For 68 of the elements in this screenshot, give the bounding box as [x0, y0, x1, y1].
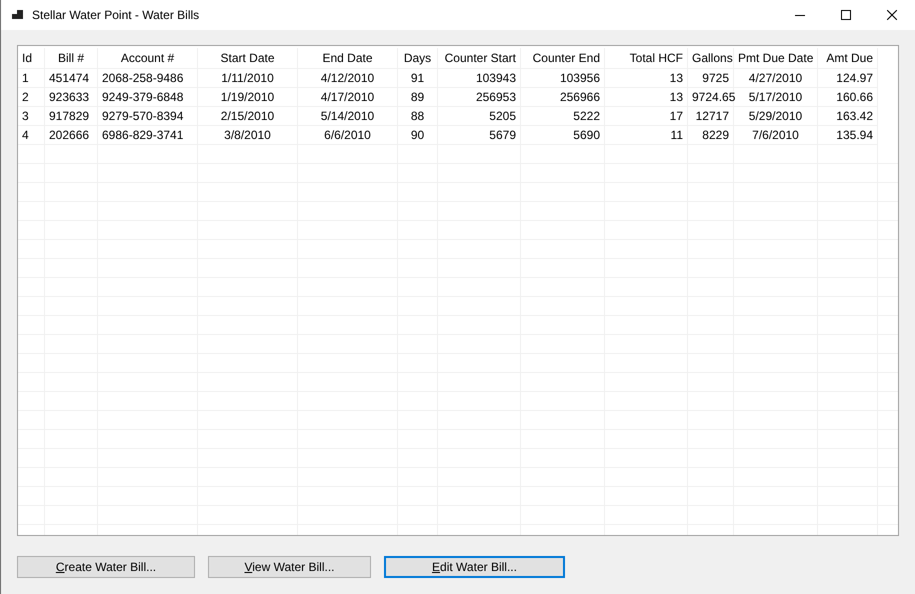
- table-cell: 202666: [45, 126, 98, 145]
- table-cell: 1: [18, 69, 45, 88]
- table-cell: 2: [18, 88, 45, 107]
- table-cell: 256966: [521, 88, 605, 107]
- table-cell: 90: [398, 126, 438, 145]
- table-cell: 163.42: [818, 107, 878, 126]
- table-cell: 5/14/2010: [298, 107, 398, 126]
- column-header[interactable]: Gallons: [688, 48, 734, 69]
- column-header[interactable]: Counter End: [521, 48, 605, 69]
- table-cell: 9249-379-6848: [98, 88, 198, 107]
- table-cell: 13: [605, 69, 688, 88]
- table-cell: 11: [605, 126, 688, 145]
- app-icon: [12, 9, 24, 21]
- table-cell: 17: [605, 107, 688, 126]
- table-cell: 12717: [688, 107, 734, 126]
- table-cell: 8229: [688, 126, 734, 145]
- column-header[interactable]: Start Date: [198, 48, 298, 69]
- table-cell: 6/6/2010: [298, 126, 398, 145]
- column-header[interactable]: End Date: [298, 48, 398, 69]
- table-cell: 923633: [45, 88, 98, 107]
- action-button[interactable]: Edit Water Bill...: [384, 556, 565, 578]
- table-cell: 5679: [438, 126, 521, 145]
- table-cell: 135.94: [818, 126, 878, 145]
- table-cell: 7/6/2010: [734, 126, 818, 145]
- column-header[interactable]: Days: [398, 48, 438, 69]
- maximize-icon: [841, 10, 851, 20]
- action-button[interactable]: View Water Bill...: [208, 556, 371, 578]
- table-cell: 9725: [688, 69, 734, 88]
- table-cell: 2/15/2010: [198, 107, 298, 126]
- table-cell: 13: [605, 88, 688, 107]
- window-title: Stellar Water Point - Water Bills: [32, 8, 200, 22]
- table-cell: 4/27/2010: [734, 69, 818, 88]
- table-cell: 103956: [521, 69, 605, 88]
- table-cell: 5/29/2010: [734, 107, 818, 126]
- action-button[interactable]: Create Water Bill...: [17, 556, 195, 578]
- column-header[interactable]: Id: [18, 48, 45, 69]
- column-header[interactable]: Counter Start: [438, 48, 521, 69]
- column-header[interactable]: Pmt Due Date: [734, 48, 818, 69]
- table-cell: 3/8/2010: [198, 126, 298, 145]
- table-cell: 5690: [521, 126, 605, 145]
- table-cell: 89: [398, 88, 438, 107]
- close-icon: [887, 10, 897, 20]
- table-cell: 103943: [438, 69, 521, 88]
- table-cell: 6986-829-3741: [98, 126, 198, 145]
- table-cell: 917829: [45, 107, 98, 126]
- table-cell: 256953: [438, 88, 521, 107]
- table-cell: 5/17/2010: [734, 88, 818, 107]
- table-cell: 451474: [45, 69, 98, 88]
- table-cell: 2068-258-9486: [98, 69, 198, 88]
- column-header[interactable]: Bill #: [45, 48, 98, 69]
- table-cell: 88: [398, 107, 438, 126]
- table-cell: 1/11/2010: [198, 69, 298, 88]
- table-cell: 160.66: [818, 88, 878, 107]
- minimize-icon: [795, 14, 805, 16]
- table-cell: 124.97: [818, 69, 878, 88]
- table-cell: 91: [398, 69, 438, 88]
- column-header[interactable]: Account #: [98, 48, 198, 69]
- table-cell: 4/12/2010: [298, 69, 398, 88]
- table-cell: 3: [18, 107, 45, 126]
- table-cell: 4/17/2010: [298, 88, 398, 107]
- column-header[interactable]: Amt Due: [818, 48, 878, 69]
- table-cell: 5205: [438, 107, 521, 126]
- table-cell: 9279-570-8394: [98, 107, 198, 126]
- table-cell: 9724.65: [688, 88, 734, 107]
- table-cell: 4: [18, 126, 45, 145]
- column-header[interactable]: Total HCF: [605, 48, 688, 69]
- table-cell: 5222: [521, 107, 605, 126]
- table-cell: 1/19/2010: [198, 88, 298, 107]
